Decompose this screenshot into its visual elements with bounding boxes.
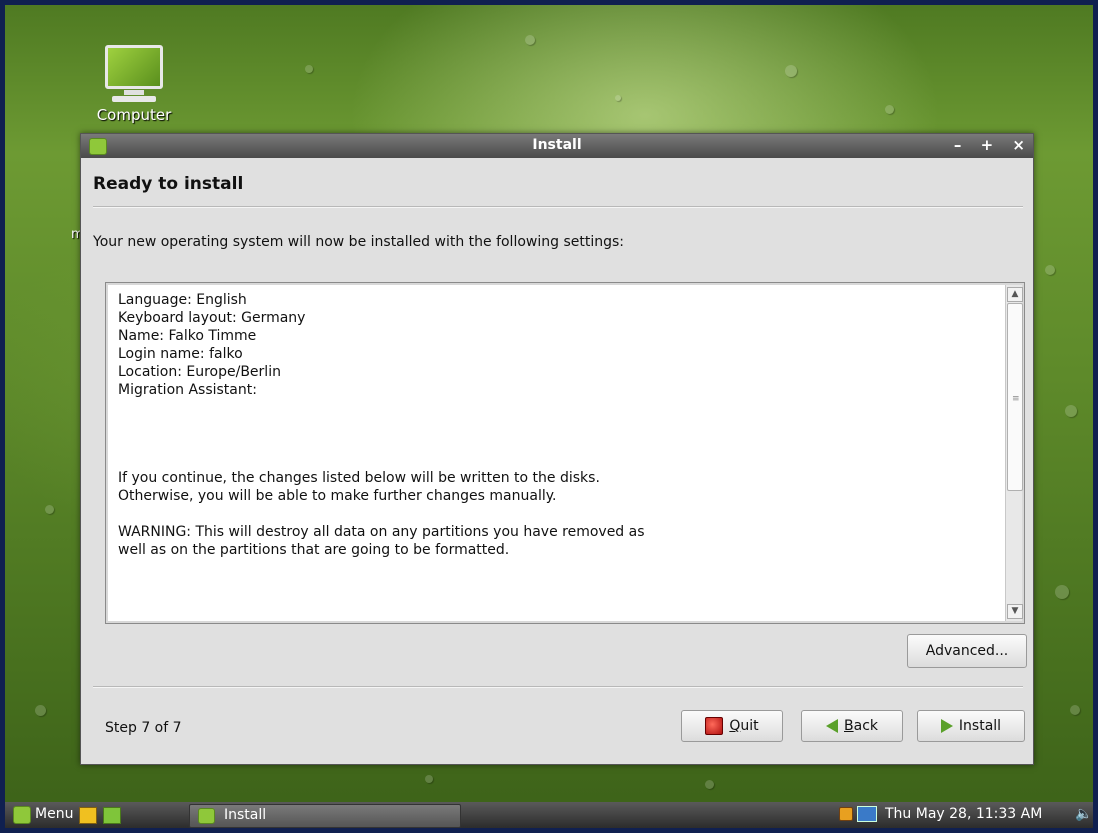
terminal-launcher-icon[interactable]: [103, 807, 121, 824]
install-window: Install – + × Ready to install Your new …: [80, 133, 1034, 765]
summary-line: Location: Europe/Berlin: [118, 364, 281, 380]
summary-line: Otherwise, you will be able to make furt…: [118, 488, 557, 504]
text-editor-launcher-icon[interactable]: [79, 807, 97, 824]
advanced-button[interactable]: Advanced...: [907, 634, 1027, 668]
taskbar-item-label: Install: [224, 807, 267, 823]
step-indicator: Step 7 of 7: [105, 720, 182, 736]
advanced-button-label: Advanced...: [925, 643, 1009, 659]
desktop-icon-computer[interactable]: Computer: [89, 45, 179, 124]
quit-label: uit: [740, 718, 759, 734]
menu-button[interactable]: Menu: [35, 806, 73, 822]
intro-text: Your new operating system will now be in…: [93, 234, 625, 250]
mint-menu-icon[interactable]: [13, 806, 31, 824]
summary-line: Migration Assistant:: [118, 382, 257, 398]
back-accel: B: [844, 718, 854, 734]
clock[interactable]: Thu May 28, 11:33 AM: [885, 806, 1042, 822]
summary-line: Name: Falko Timme: [118, 328, 257, 344]
minimize-button[interactable]: –: [954, 136, 962, 154]
vertical-scrollbar[interactable]: ▲ ≡ ▼: [1005, 285, 1023, 621]
desktop-icon-label: Computer: [96, 106, 172, 124]
scroll-down-arrow-icon[interactable]: ▼: [1007, 604, 1023, 619]
page-heading: Ready to install: [93, 174, 244, 194]
update-manager-icon[interactable]: [839, 807, 853, 821]
network-icon[interactable]: [857, 806, 877, 822]
quit-button[interactable]: Quit: [681, 710, 783, 742]
computer-icon: [89, 45, 179, 102]
forward-arrow-icon: [940, 719, 953, 733]
mint-app-icon: [198, 808, 215, 824]
taskbar: Menu Install Thu May 28, 11:33 AM 🔈: [5, 802, 1093, 828]
close-button[interactable]: ×: [1012, 136, 1025, 154]
summary-line: If you continue, the changes listed belo…: [118, 470, 600, 486]
summary-line: Login name: falko: [118, 346, 243, 362]
quit-accel: Q: [729, 718, 741, 734]
volume-icon[interactable]: 🔈: [1075, 806, 1092, 822]
settings-summary-textview[interactable]: Language: English Keyboard layout: Germa…: [105, 282, 1025, 624]
window-titlebar[interactable]: Install – + ×: [81, 134, 1033, 158]
scroll-up-arrow-icon[interactable]: ▲: [1007, 287, 1023, 302]
scrollbar-thumb[interactable]: ≡: [1007, 303, 1023, 491]
install-label: Install: [958, 718, 1002, 734]
back-label: ack: [853, 718, 878, 734]
quit-icon: [705, 717, 724, 735]
maximize-button[interactable]: +: [981, 136, 994, 154]
warning-line: well as on the partitions that are going…: [118, 542, 510, 558]
divider: [93, 206, 1023, 208]
back-arrow-icon: [826, 719, 838, 733]
summary-line: Language: English: [118, 292, 247, 308]
warning-line: WARNING: This will destroy all data on a…: [118, 524, 645, 540]
window-title: Install: [532, 137, 582, 153]
taskbar-item-install[interactable]: Install: [189, 804, 461, 828]
install-button[interactable]: Install: [917, 710, 1025, 742]
summary-line: Keyboard layout: Germany: [118, 310, 306, 326]
back-button[interactable]: Back: [801, 710, 903, 742]
divider: [93, 686, 1023, 688]
